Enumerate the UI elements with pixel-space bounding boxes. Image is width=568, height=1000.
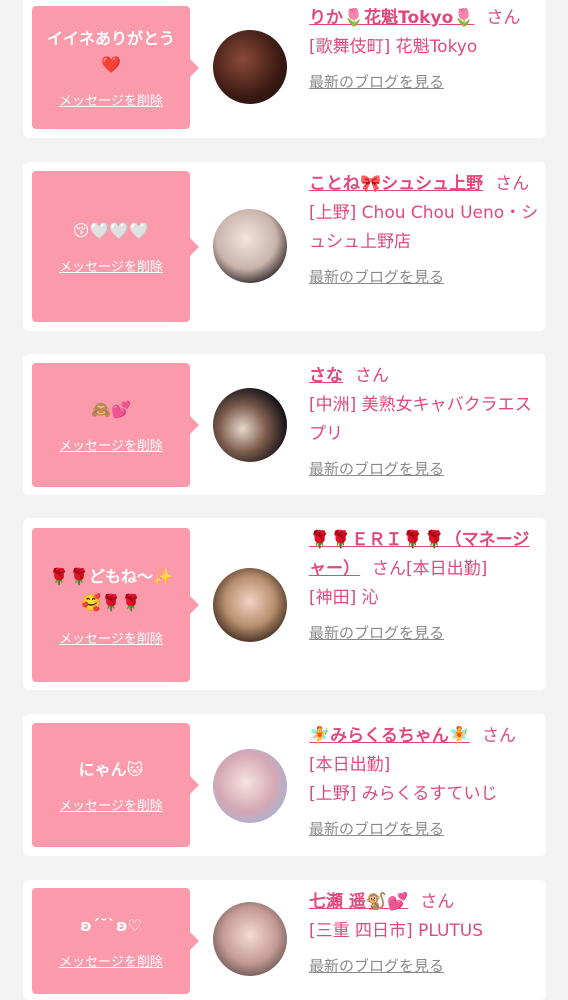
latest-blog-link[interactable]: 最新のブログを見る	[309, 619, 539, 648]
cast-name-link[interactable]: 🧚みらくるちゃん🧚	[309, 726, 470, 746]
message-bubble: ʚ´˘`ʚ♡ メッセージを削除	[32, 888, 199, 994]
message-bubble: イイネありがとう ❤️ メッセージを削除	[32, 6, 199, 129]
honorific: さん	[420, 892, 455, 912]
avatar[interactable]	[213, 902, 287, 976]
delete-message-link[interactable]: メッセージを削除	[59, 90, 163, 109]
latest-blog-link[interactable]: 最新のブログを見る	[309, 455, 539, 484]
delete-message-link[interactable]: メッセージを削除	[59, 256, 163, 275]
message-text: ʚ´˘`ʚ♡	[80, 915, 142, 935]
cast-info: 🌹🌹ＥＲＩ🌹🌹（マネージャー） さん[本日出勤] [神田] 沁 最新のブログを見る	[309, 526, 539, 648]
avatar[interactable]	[213, 30, 287, 104]
attendance-status: [本日出勤]	[309, 755, 391, 775]
cast-info: りか🌷花魁Tokyo🌷 さん [歌舞伎町] 花魁Tokyo 最新のブログを見る	[309, 4, 539, 97]
delete-message-link[interactable]: メッセージを削除	[59, 628, 163, 647]
latest-blog-link[interactable]: 最新のブログを見る	[309, 952, 539, 981]
message-bubble: 🌹🌹どもね〜✨ 🥰🌹🌹 メッセージを削除	[32, 528, 199, 682]
cast-info: ことね🎀シュシュ上野 さん [上野] Chou Chou Ueno・シュシュ上野店…	[309, 170, 539, 292]
message-bubble: にゃん🐱 メッセージを削除	[32, 723, 199, 847]
latest-blog-link[interactable]: 最新のブログを見る	[309, 68, 539, 97]
cast-name-link[interactable]: 七瀬 遥🐒💕	[309, 892, 408, 912]
latest-blog-link[interactable]: 最新のブログを見る	[309, 263, 539, 292]
attendance-status: [本日出勤]	[406, 559, 488, 579]
honorific: さん	[355, 366, 389, 386]
message-bubble: 🙈💕 メッセージを削除	[32, 363, 199, 487]
delete-message-link[interactable]: メッセージを削除	[59, 951, 163, 970]
message-card: ʚ´˘`ʚ♡ メッセージを削除 七瀬 遥🐒💕 さん [三重 四日市] PLUTUS…	[23, 880, 546, 1000]
shop-name: [上野] Chou Chou Ueno・シュシュ上野店	[309, 203, 539, 252]
shop-name: [歌舞伎町] 花魁Tokyo	[309, 37, 478, 57]
message-card: イイネありがとう ❤️ メッセージを削除 りか🌷花魁Tokyo🌷 さん [歌舞伎町…	[23, 0, 546, 138]
cast-info: さな さん [中洲] 美熟女キャバクラエスプリ 最新のブログを見る	[309, 362, 539, 484]
message-text: 🙈💕	[91, 399, 131, 419]
message-text: 🌹🌹どもね〜✨	[49, 566, 173, 586]
latest-blog-link[interactable]: 最新のブログを見る	[309, 815, 539, 844]
shop-name: [上野] みらくるすていじ	[309, 784, 498, 804]
honorific: さん	[372, 559, 406, 579]
message-emoji: 🥰🌹🌹	[81, 592, 141, 612]
cast-name-link[interactable]: ことね🎀シュシュ上野	[309, 174, 483, 194]
shop-name: [神田] 沁	[309, 588, 379, 608]
avatar[interactable]	[213, 749, 287, 823]
avatar[interactable]	[213, 568, 287, 642]
shop-name: [中洲] 美熟女キャバクラエスプリ	[309, 395, 532, 444]
honorific: さん	[495, 174, 530, 194]
message-text: 😚🤍🤍🤍	[72, 221, 150, 240]
cast-name-link[interactable]: りか🌷花魁Tokyo🌷	[309, 8, 474, 28]
shop-name: [三重 四日市] PLUTUS	[309, 921, 484, 941]
cast-name-link[interactable]: さな	[309, 366, 343, 386]
message-text: イイネありがとう	[46, 29, 175, 48]
message-card: 🙈💕 メッセージを削除 さな さん [中洲] 美熟女キャバクラエスプリ 最新のブロ…	[23, 354, 546, 495]
cast-info: 七瀬 遥🐒💕 さん [三重 四日市] PLUTUS 最新のブログを見る	[309, 888, 539, 981]
avatar[interactable]	[213, 388, 287, 462]
delete-message-link[interactable]: メッセージを削除	[59, 435, 163, 454]
message-text: にゃん🐱	[78, 759, 144, 779]
avatar[interactable]	[213, 209, 287, 283]
cast-info: 🧚みらくるちゃん🧚 さん [本日出勤] [上野] みらくるすていじ 最新のブログを見…	[309, 722, 539, 844]
message-bubble: 😚🤍🤍🤍 メッセージを削除	[32, 171, 199, 322]
message-emoji: ❤️	[101, 55, 121, 74]
honorific: さん	[482, 726, 516, 746]
honorific: さん	[486, 8, 521, 28]
message-card: にゃん🐱 メッセージを削除 🧚みらくるちゃん🧚 さん [本日出勤] [上野] みらく…	[23, 714, 546, 856]
delete-message-link[interactable]: メッセージを削除	[59, 795, 163, 814]
message-card: 😚🤍🤍🤍 メッセージを削除 ことね🎀シュシュ上野 さん [上野] Chou Cho…	[23, 162, 546, 331]
message-card: 🌹🌹どもね〜✨ 🥰🌹🌹 メッセージを削除 🌹🌹ＥＲＩ🌹🌹（マネージャー） さん[本…	[23, 518, 546, 690]
